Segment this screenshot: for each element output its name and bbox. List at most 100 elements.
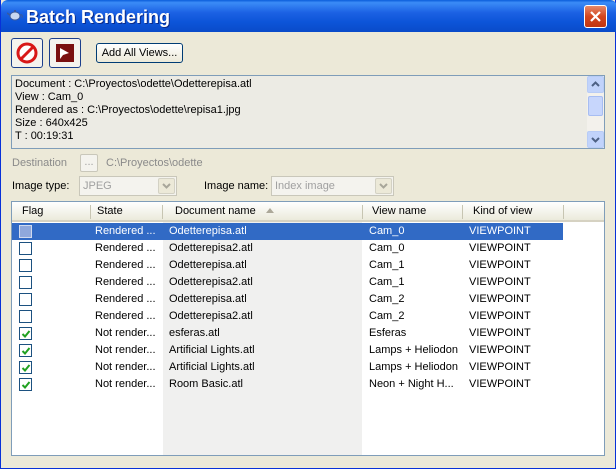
- image-name-select[interactable]: Index image: [271, 176, 394, 196]
- column-header-state[interactable]: State: [91, 202, 163, 221]
- table-row[interactable]: Rendered ... Odetterepisa.atl Cam_1 VIEWPOI…: [12, 257, 604, 274]
- column-header-kind-of-view[interactable]: Kind of view: [467, 202, 563, 221]
- chevron-down-icon: [158, 178, 175, 194]
- cell-view-name: Cam_1: [369, 276, 405, 288]
- cell-view-name: Lamps + Heliodon: [369, 344, 458, 356]
- add-all-views-button[interactable]: Add All Views...: [96, 43, 183, 63]
- cell-state: Rendered ...: [95, 259, 156, 271]
- image-name-label: Image name:: [204, 180, 269, 192]
- batch-rendering-window: Batch Rendering Add All Views... Documen…: [0, 0, 616, 469]
- render-info-box[interactable]: Document : C:\Proyectos\odette\Odetterep…: [11, 75, 605, 149]
- checkmark-icon: [21, 347, 31, 355]
- cell-view-name: Neon + Night H...: [369, 378, 454, 390]
- cell-document-name: Room Basic.atl: [169, 378, 243, 390]
- info-scrollbar[interactable]: [587, 76, 604, 148]
- cell-state: Not render...: [95, 361, 156, 373]
- cell-state: Not render...: [95, 378, 156, 390]
- close-button[interactable]: [584, 5, 607, 28]
- column-divider[interactable]: [362, 205, 363, 219]
- scroll-up-button[interactable]: [587, 76, 604, 93]
- cell-document-name: Odetterepisa2.atl: [169, 310, 253, 322]
- arrow-up-icon: [591, 81, 600, 87]
- cell-kind-of-view: VIEWPOINT: [469, 310, 531, 322]
- column-header-flag[interactable]: Flag: [16, 202, 90, 221]
- window-title: Batch Rendering: [26, 7, 171, 27]
- table-row[interactable]: Rendered ... Odetterepisa.atl Cam_0 VIEWPOI…: [12, 223, 604, 240]
- flag-checkbox[interactable]: [19, 225, 32, 238]
- table-row[interactable]: Not render... esferas.atl Esferas VIEWPOINT: [12, 325, 604, 342]
- close-icon: [590, 11, 601, 22]
- cell-kind-of-view: VIEWPOINT: [469, 293, 531, 305]
- table-row[interactable]: Rendered ... Odetterepisa2.atl Cam_0 VIEWPO…: [12, 240, 604, 257]
- flag-checkbox[interactable]: [19, 327, 32, 340]
- table-row[interactable]: Not render... Artificial Lights.atl Lamps …: [12, 359, 604, 376]
- cell-kind-of-view: VIEWPOINT: [469, 225, 531, 237]
- cell-kind-of-view: VIEWPOINT: [469, 378, 531, 390]
- table-row[interactable]: Not render... Room Basic.atl Neon + Night …: [12, 376, 604, 393]
- render-icon: [56, 44, 74, 62]
- cell-view-name: Cam_2: [369, 293, 405, 305]
- checkmark-icon: [21, 330, 31, 338]
- cell-view-name: Cam_0: [369, 225, 405, 237]
- destination-label: Destination: [12, 157, 68, 169]
- scroll-down-button[interactable]: [587, 131, 604, 148]
- column-divider[interactable]: [162, 205, 163, 219]
- image-type-select[interactable]: JPEG: [79, 176, 177, 196]
- cell-view-name: Lamps + Heliodon: [369, 361, 458, 373]
- info-line-size: Size : 640x425: [15, 117, 88, 129]
- table-row[interactable]: Not render... Artificial Lights.atl Lamps …: [12, 342, 604, 359]
- flag-checkbox[interactable]: [19, 293, 32, 306]
- stop-icon: [16, 42, 38, 64]
- stop-rendering-button[interactable]: [11, 38, 43, 68]
- cell-state: Rendered ...: [95, 225, 156, 237]
- chevron-down-icon: [375, 178, 392, 194]
- column-divider[interactable]: [563, 205, 564, 219]
- grid-header: Flag State Document name View name Kind …: [12, 202, 604, 222]
- flag-checkbox[interactable]: [19, 242, 32, 255]
- table-row[interactable]: Rendered ... Odetterepisa2.atl Cam_1 VIEWPO…: [12, 274, 604, 291]
- flag-checkbox[interactable]: [19, 344, 32, 357]
- flag-checkbox[interactable]: [19, 361, 32, 374]
- info-line-view: View : Cam_0: [15, 91, 84, 103]
- cell-kind-of-view: VIEWPOINT: [469, 242, 531, 254]
- flag-checkbox[interactable]: [19, 378, 32, 391]
- cell-document-name: Odetterepisa.atl: [169, 259, 247, 271]
- cell-view-name: Cam_2: [369, 310, 405, 322]
- column-header-view-name[interactable]: View name: [366, 202, 462, 221]
- info-line-document: Document : C:\Proyectos\odette\Odetterep…: [15, 78, 252, 90]
- column-divider[interactable]: [462, 205, 463, 219]
- image-name-value: Index image: [275, 180, 335, 192]
- cell-document-name: Odetterepisa.atl: [169, 293, 247, 305]
- cell-state: Not render...: [95, 327, 156, 339]
- checkmark-icon: [21, 381, 31, 389]
- start-rendering-button[interactable]: [49, 38, 81, 68]
- cell-kind-of-view: VIEWPOINT: [469, 361, 531, 373]
- cell-kind-of-view: VIEWPOINT: [469, 344, 531, 356]
- column-header-document-name[interactable]: Document name: [169, 202, 362, 221]
- cell-state: Not render...: [95, 344, 156, 356]
- cell-document-name: Odetterepisa.atl: [169, 225, 247, 237]
- scroll-thumb[interactable]: [588, 96, 603, 116]
- cell-kind-of-view: VIEWPOINT: [469, 276, 531, 288]
- cell-kind-of-view: VIEWPOINT: [469, 259, 531, 271]
- cell-state: Rendered ...: [95, 276, 156, 288]
- batch-list-grid[interactable]: Flag State Document name View name Kind …: [11, 201, 605, 456]
- destination-browse-button[interactable]: ...: [80, 154, 98, 172]
- table-row[interactable]: Rendered ... Odetterepisa2.atl Cam_2 VIEWPO…: [12, 308, 604, 325]
- cell-state: Rendered ...: [95, 310, 156, 322]
- flag-checkbox[interactable]: [19, 310, 32, 323]
- arrow-down-icon: [591, 137, 600, 143]
- flag-checkbox[interactable]: [19, 259, 32, 272]
- table-row[interactable]: Rendered ... Odetterepisa.atl Cam_2 VIEWPOI…: [12, 291, 604, 308]
- destination-path: C:\Proyectos\odette: [106, 157, 203, 169]
- cell-kind-of-view: VIEWPOINT: [469, 327, 531, 339]
- cell-document-name: esferas.atl: [169, 327, 220, 339]
- title-bar[interactable]: Batch Rendering: [1, 0, 616, 32]
- cell-view-name: Cam_1: [369, 259, 405, 271]
- cell-state: Rendered ...: [95, 242, 156, 254]
- info-line-rendered-as: Rendered as : C:\Proyectos\odette\repisa…: [15, 104, 241, 116]
- cell-view-name: Esferas: [369, 327, 407, 339]
- image-type-value: JPEG: [83, 180, 112, 192]
- flag-checkbox[interactable]: [19, 276, 32, 289]
- cell-state: Rendered ...: [95, 293, 156, 305]
